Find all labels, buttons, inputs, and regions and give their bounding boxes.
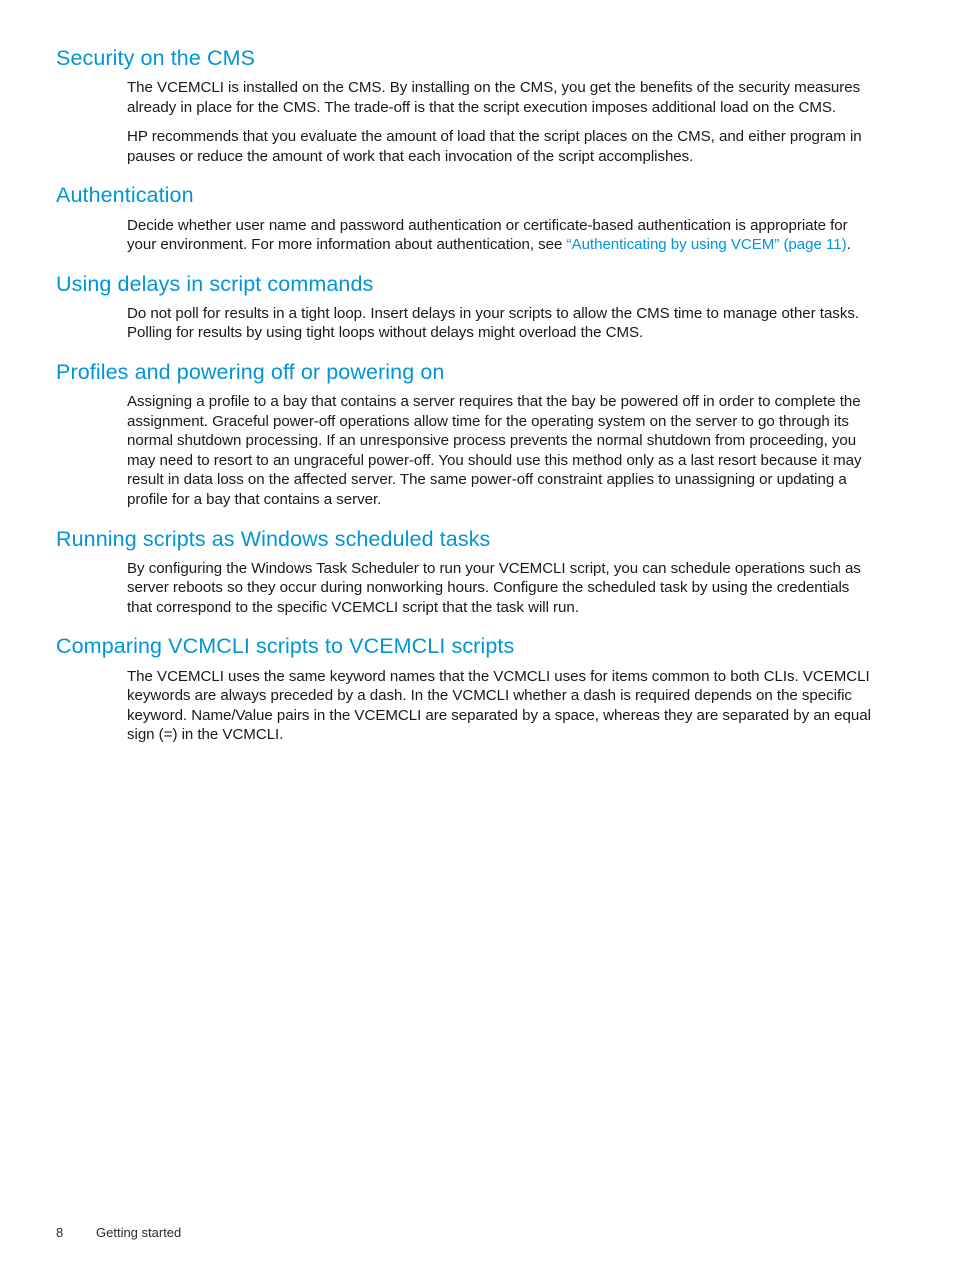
section-body: Assigning a profile to a bay that contai… (56, 392, 876, 510)
section-heading-using-delays-in-script-commands: Using delays in script commands (56, 271, 374, 296)
paragraph: The VCEMCLI is installed on the CMS. By … (127, 79, 861, 116)
document-page: Security on the CMS The VCEMCLI is insta… (0, 0, 954, 1271)
section-heading-authentication: Authentication (56, 183, 194, 208)
page-footer: 8 Getting started (56, 1225, 181, 1240)
section-heading-profiles-and-powering-off-or-powering-on: Profiles and powering off or powering on (56, 359, 445, 384)
document-content: Security on the CMS The VCEMCLI is insta… (56, 46, 876, 745)
paragraph: The VCEMCLI uses the same keyword names … (127, 667, 871, 744)
section-heading-comparing-vcmcli-scripts-to-vcemcli-scripts: Comparing VCMCLI scripts to VCEMCLI scri… (56, 634, 515, 659)
paragraph: Assigning a profile to a bay that contai… (127, 393, 862, 509)
cross-reference-link-authenticating-by-using-vcem[interactable]: “Authenticating by using VCEM” (page 11) (567, 236, 847, 253)
paragraph: Do not poll for results in a tight loop.… (127, 304, 859, 342)
section-comparing-vcmcli-scripts-to-vcemcli-scripts: Comparing VCMCLI scripts to VCEMCLI scri… (56, 634, 876, 744)
section-body: By configuring the Windows Task Schedule… (56, 559, 876, 618)
section-heading-security-on-the-cms: Security on the CMS (56, 46, 256, 70)
section-authentication: Authentication Decide whether user name … (56, 183, 876, 254)
section-security-on-the-cms: Security on the CMS The VCEMCLI is insta… (56, 46, 876, 166)
section-body: Do not poll for results in a tight loop.… (56, 304, 876, 343)
section-body: Decide whether user name and password au… (56, 216, 876, 255)
footer-chapter-name: Getting started (96, 1225, 182, 1240)
section-heading-running-scripts-as-windows-scheduled-tasks: Running scripts as Windows scheduled tas… (56, 526, 491, 551)
paragraph: By configuring the Windows Task Schedule… (127, 559, 861, 616)
paragraph-text-after-link: . (846, 236, 851, 254)
section-using-delays-in-script-commands: Using delays in script commands Do not p… (56, 272, 876, 343)
section-profiles-and-powering-off-or-powering-on: Profiles and powering off or powering on… (56, 360, 876, 510)
section-body: The VCEMCLI uses the same keyword names … (56, 667, 876, 745)
paragraph: Decide whether user name and password au… (127, 216, 876, 255)
section-running-scripts-as-windows-scheduled-tasks: Running scripts as Windows scheduled tas… (56, 527, 876, 618)
paragraph: HP recommends that you evaluate the amou… (127, 128, 862, 165)
section-body: The VCEMCLI is installed on the CMS. By … (56, 78, 876, 166)
footer-page-number: 8 (56, 1225, 64, 1240)
